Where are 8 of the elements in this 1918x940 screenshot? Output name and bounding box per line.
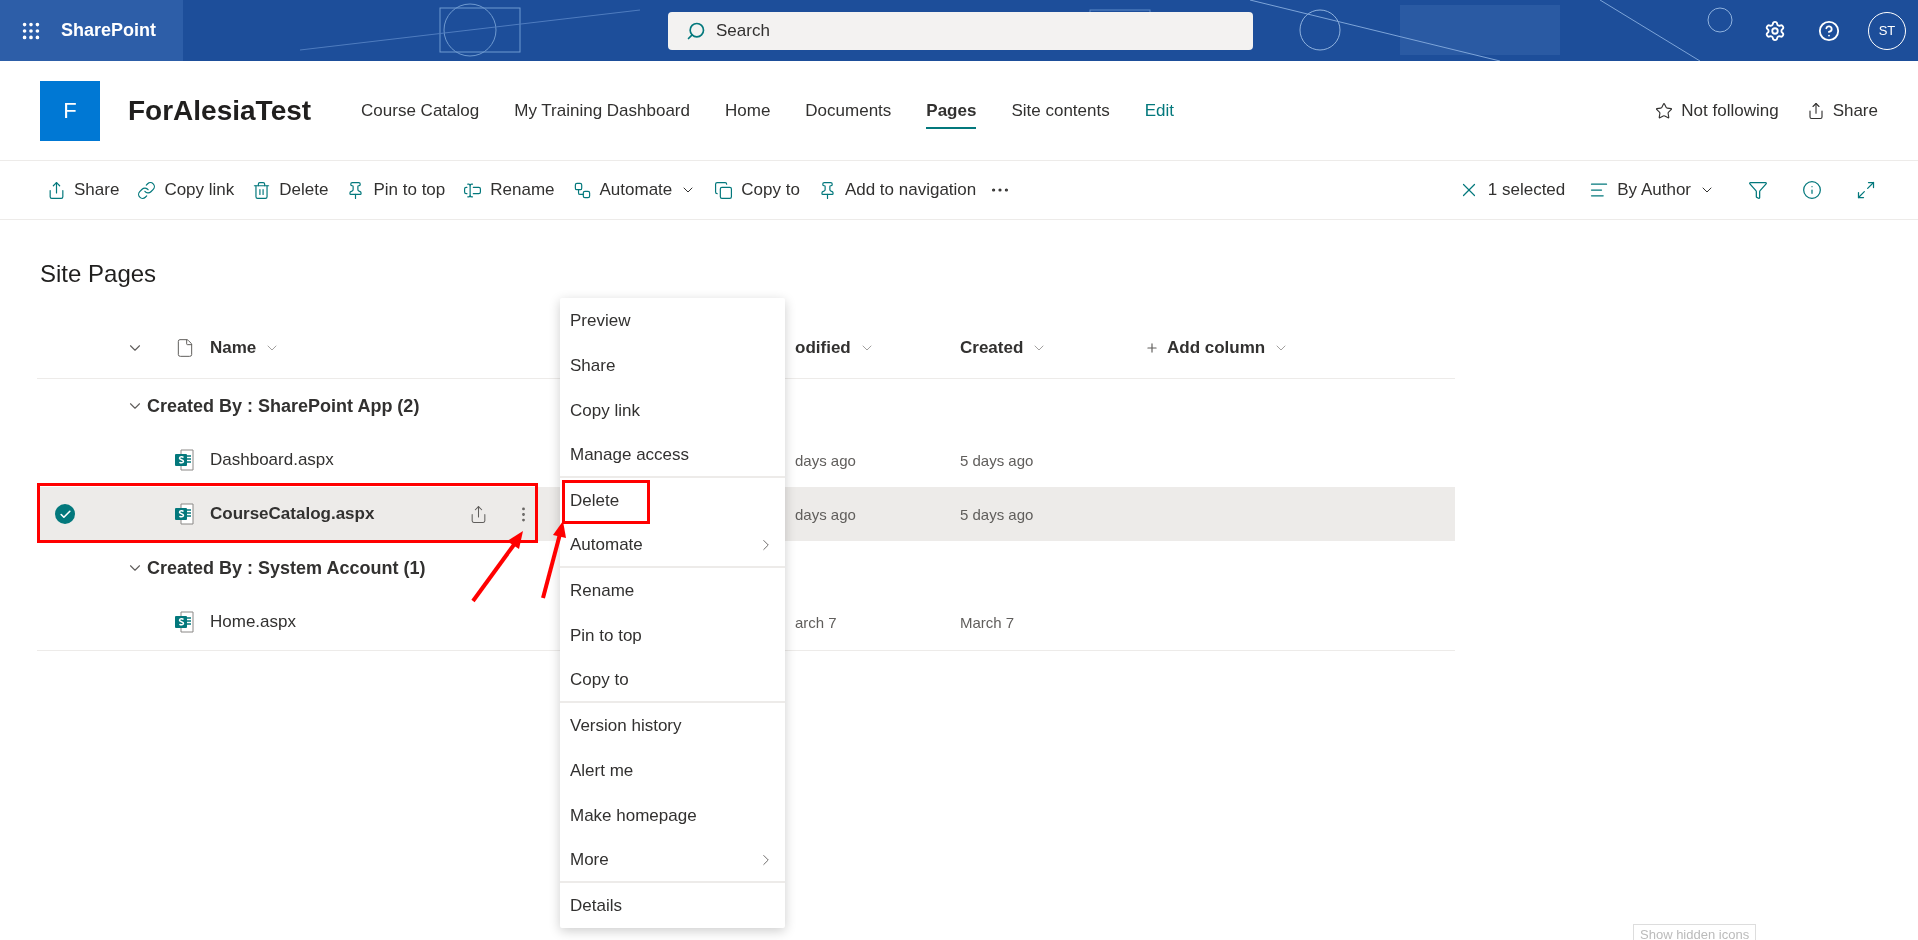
tooltip: Show hidden icons	[1633, 924, 1757, 940]
table-cell-text: 5 days ago	[960, 451, 1035, 469]
table-cell-text: arch 7	[795, 613, 838, 631]
table-cell-text: days ago	[795, 505, 857, 523]
table-cell-text: days ago	[795, 451, 857, 469]
table-cell-text: 5 days ago	[960, 505, 1035, 523]
library-title: Site Pages	[40, 260, 158, 288]
table-cell-text: March 7	[960, 613, 1016, 631]
